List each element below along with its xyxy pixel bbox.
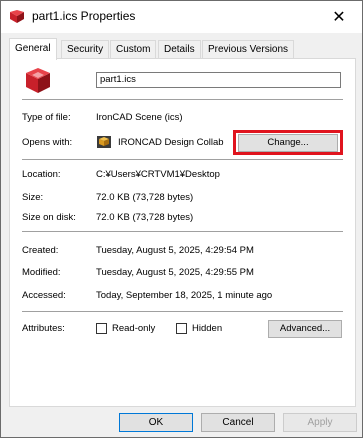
- tab-custom[interactable]: Custom: [110, 40, 157, 59]
- location-value: C:¥Users¥CRTVM1¥Desktop: [96, 169, 220, 180]
- change-button[interactable]: Change...: [238, 134, 338, 152]
- separator: [22, 311, 343, 312]
- size-value: 72.0 KB (73,728 bytes): [96, 192, 194, 203]
- location-label: Location:: [22, 169, 61, 180]
- cancel-button[interactable]: Cancel: [201, 413, 275, 432]
- separator: [22, 231, 343, 232]
- advanced-button[interactable]: Advanced...: [268, 320, 342, 338]
- ok-button[interactable]: OK: [119, 413, 193, 432]
- accessed-label: Accessed:: [22, 290, 66, 301]
- separator: [22, 99, 343, 100]
- size-on-disk-value: 72.0 KB (73,728 bytes): [96, 212, 194, 223]
- properties-dialog: part1.ics Properties ✕ General Security …: [0, 0, 363, 438]
- size-on-disk-label: Size on disk:: [22, 212, 76, 223]
- close-icon: ✕: [332, 9, 346, 26]
- file-name-input[interactable]: [96, 72, 341, 88]
- accessed-value: Today, September 18, 2025, 1 minute ago: [96, 290, 273, 301]
- ironcad-app-icon: [97, 136, 111, 148]
- tab-previous-versions[interactable]: Previous Versions: [202, 40, 295, 59]
- separator: [22, 159, 343, 160]
- tab-general[interactable]: General: [9, 38, 57, 60]
- hidden-checkbox[interactable]: [176, 323, 187, 334]
- tab-security[interactable]: Security: [61, 40, 110, 59]
- attributes-label: Attributes:: [22, 323, 65, 334]
- apply-button[interactable]: Apply: [283, 413, 357, 432]
- close-button[interactable]: ✕: [316, 1, 362, 33]
- tab-details[interactable]: Details: [158, 40, 201, 59]
- readonly-checkbox[interactable]: [96, 323, 107, 334]
- hidden-label: Hidden: [192, 323, 223, 334]
- size-label: Size:: [22, 192, 44, 203]
- readonly-label: Read-only: [112, 323, 156, 334]
- ironcad-scene-icon: [26, 68, 50, 93]
- general-panel: Type of file: IronCAD Scene (ics) Opens …: [9, 58, 356, 407]
- type-label: Type of file:: [22, 112, 71, 123]
- type-value: IronCAD Scene (ics): [96, 112, 183, 123]
- modified-value: Tuesday, August 5, 2025, 4:29:55 PM: [96, 267, 254, 278]
- created-label: Created:: [22, 245, 59, 256]
- opens-with-label: Opens with:: [22, 137, 73, 148]
- created-value: Tuesday, August 5, 2025, 4:29:54 PM: [96, 245, 254, 256]
- window-title: part1.ics Properties: [32, 9, 136, 23]
- modified-label: Modified:: [22, 267, 61, 278]
- ironcad-file-icon: [10, 10, 24, 23]
- title-bar: part1.ics Properties ✕: [1, 1, 362, 33]
- opens-with-value: IRONCAD Design Collab: [118, 137, 224, 148]
